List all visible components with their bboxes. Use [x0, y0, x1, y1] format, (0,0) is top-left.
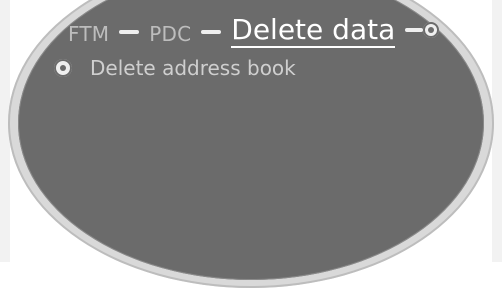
connector-line [405, 28, 424, 32]
breadcrumb-item-ftm[interactable]: FTM [68, 24, 109, 48]
breadcrumb-current: Delete data [231, 13, 396, 48]
breadcrumb: FTM PDC Delete data [68, 8, 440, 48]
knob-icon [423, 22, 440, 38]
breadcrumb-separator [119, 30, 140, 34]
menu-item-delete-address-book[interactable]: Delete address book [54, 58, 296, 78]
radio-button-icon [54, 59, 72, 77]
breadcrumb-separator [201, 30, 222, 34]
breadcrumb-end-connector [405, 22, 440, 38]
breadcrumb-item-pdc[interactable]: PDC [149, 24, 191, 48]
menu-item-label: Delete address book [90, 56, 296, 80]
